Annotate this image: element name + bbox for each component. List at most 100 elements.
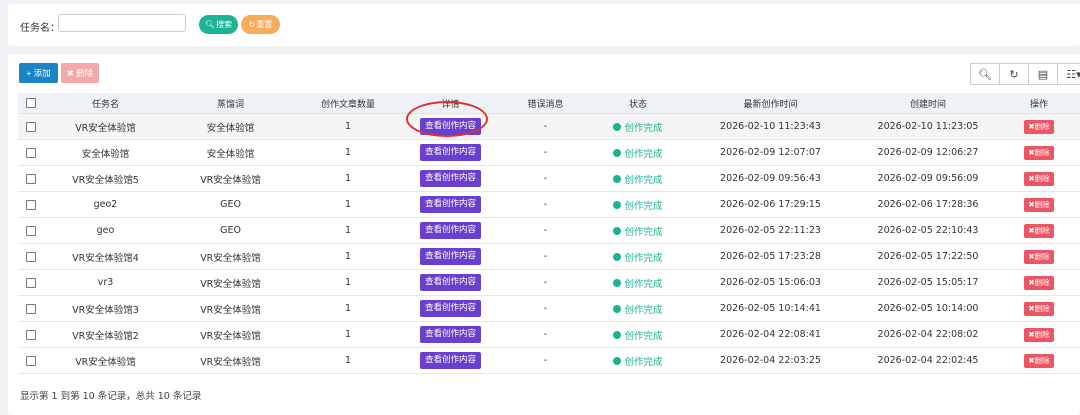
row-delete-button[interactable]: ✖删除 [1024, 301, 1054, 316]
header-error[interactable]: 错误消息 [498, 93, 593, 114]
cell-article-count: 1 [293, 321, 403, 348]
export-icon[interactable]: ☷▾ [1057, 63, 1080, 85]
status-dot-icon [613, 278, 622, 287]
table-row[interactable]: VR安全体验馆3 VR安全体验馆 1 查看创作内容 - 创作完成 2026-02-05 10… [18, 295, 1080, 322]
search-button[interactable]: 🔍︎搜索 [199, 15, 238, 34]
cell-latest-time: 2026-02-05 15:06:03 [683, 269, 858, 296]
table-row[interactable]: VR安全体验馆2 VR安全体验馆 1 查看创作内容 - 创作完成 2026-02-04 22… [18, 321, 1080, 348]
cell-detail: 查看创作内容 [403, 269, 498, 296]
table-row[interactable]: VR安全体验馆4 VR安全体验馆 1 查看创作内容 - 创作完成 2026-02-05 17… [18, 243, 1080, 270]
status-text: 创作完成 [624, 122, 663, 134]
row-checkbox[interactable] [18, 295, 43, 322]
checkbox-icon [25, 251, 36, 262]
view-content-button[interactable]: 查看创作内容 [420, 326, 481, 343]
header-status[interactable]: 状态 [593, 93, 683, 114]
cell-task-name: VR安全体验馆2 [43, 321, 168, 348]
status-text: 创作完成 [624, 226, 663, 238]
cell-keyword: GEO [168, 217, 293, 244]
status-text: 创作完成 [624, 304, 663, 316]
cell-article-count: 1 [293, 347, 403, 374]
cell-detail: 查看创作内容 [403, 165, 498, 192]
row-checkbox[interactable] [18, 243, 43, 270]
cell-keyword: 安全体验馆 [168, 113, 293, 140]
row-checkbox[interactable] [18, 113, 43, 140]
add-button[interactable]: + 添加 [19, 63, 58, 83]
refresh-icon[interactable]: ↻ [999, 63, 1029, 85]
status-text: 创作完成 [624, 278, 663, 290]
cell-error: - [498, 347, 593, 374]
cell-latest-time: 2026-02-10 11:23:43 [683, 113, 858, 140]
row-checkbox[interactable] [18, 165, 43, 192]
row-delete-label: 删除 [1034, 303, 1050, 313]
cell-article-count: 1 [293, 113, 403, 140]
row-delete-button[interactable]: ✖删除 [1024, 353, 1054, 368]
pagination-summary: 显示第 1 到第 10 条记录，总共 10 条记录 [20, 391, 202, 402]
row-checkbox[interactable] [18, 217, 43, 244]
table-row[interactable]: geo GEO 1 查看创作内容 - 创作完成 2026-02-05 22:11:23 202… [18, 217, 1080, 244]
table-row[interactable]: 安全体验馆 安全体验馆 1 查看创作内容 - 创作完成 2026-02-09 12:07:0… [18, 139, 1080, 166]
cell-keyword: GEO [168, 191, 293, 218]
row-delete-button[interactable]: ✖删除 [1024, 197, 1054, 212]
cell-task-name: VR安全体验馆 [43, 347, 168, 374]
header-created-time[interactable]: 创建时间 [858, 93, 998, 114]
cell-error: - [498, 113, 593, 140]
cell-error: - [498, 139, 593, 166]
view-content-button[interactable]: 查看创作内容 [420, 118, 481, 135]
cell-created-time: 2026-02-09 12:06:27 [858, 139, 998, 166]
row-checkbox[interactable] [18, 191, 43, 218]
row-delete-button[interactable]: ✖删除 [1024, 249, 1054, 264]
row-checkbox[interactable] [18, 269, 43, 296]
header-task-name[interactable]: 任务名 [43, 93, 168, 114]
view-content-button[interactable]: 查看创作内容 [420, 196, 481, 213]
cell-keyword: 安全体验馆 [168, 139, 293, 166]
row-checkbox[interactable] [18, 139, 43, 166]
reset-button-label: 重置 [256, 20, 273, 29]
row-delete-button[interactable]: ✖删除 [1024, 145, 1054, 160]
table-row[interactable]: geo2 GEO 1 查看创作内容 - 创作完成 2026-02-06 17:29:15 20… [18, 191, 1080, 218]
header-detail[interactable]: 详情 [403, 93, 498, 114]
search-icon[interactable]: 🔍︎ [970, 63, 1000, 85]
columns-icon[interactable]: ▤ [1028, 63, 1058, 85]
table-row[interactable]: VR安全体验馆 安全体验馆 1 查看创作内容 - 创作完成 2026-02-10 11:23… [18, 113, 1080, 140]
bulk-delete-button[interactable]: ✖ 删除 [61, 63, 99, 83]
table-row[interactable]: vr3 VR安全体验馆 1 查看创作内容 - 创作完成 2026-02-05 15:06:0… [18, 269, 1080, 296]
row-checkbox[interactable] [18, 321, 43, 348]
cell-detail: 查看创作内容 [403, 243, 498, 270]
checkbox-icon [25, 199, 36, 210]
row-delete-button[interactable]: ✖删除 [1024, 223, 1054, 238]
view-content-button[interactable]: 查看创作内容 [420, 170, 481, 187]
search-icon: 🔍︎ [204, 20, 216, 29]
plus-icon: + [26, 68, 32, 78]
cell-article-count: 1 [293, 217, 403, 244]
view-content-button[interactable]: 查看创作内容 [420, 300, 481, 317]
status-text: 创作完成 [624, 330, 663, 342]
table-row[interactable]: VR安全体验馆 VR安全体验馆 1 查看创作内容 - 创作完成 2026-02-04 22:… [18, 347, 1080, 374]
row-delete-label: 删除 [1034, 199, 1050, 209]
header-latest-time[interactable]: 最新创作时间 [683, 93, 858, 114]
cell-actions: ✖删除 [998, 347, 1080, 374]
view-content-button[interactable]: 查看创作内容 [420, 274, 481, 291]
select-all-checkbox[interactable] [18, 93, 43, 114]
view-content-button[interactable]: 查看创作内容 [420, 222, 481, 239]
task-name-input[interactable] [58, 14, 186, 32]
table-body: VR安全体验馆 安全体验馆 1 查看创作内容 - 创作完成 2026-02-10 11:23… [18, 113, 1080, 374]
cell-error: - [498, 243, 593, 270]
row-delete-button[interactable]: ✖删除 [1024, 327, 1054, 342]
view-content-button[interactable]: 查看创作内容 [420, 352, 481, 369]
view-content-button[interactable]: 查看创作内容 [420, 248, 481, 265]
header-article-count[interactable]: 创作文章数量 [293, 93, 403, 114]
table-tools: 🔍︎ ↻ ▤ ☷▾ [970, 63, 1080, 85]
view-content-button[interactable]: 查看创作内容 [420, 144, 481, 161]
table-row[interactable]: VR安全体验馆5 VR安全体验馆 1 查看创作内容 - 创作完成 2026-02-09 09… [18, 165, 1080, 192]
cell-actions: ✖删除 [998, 217, 1080, 244]
status-text: 创作完成 [624, 200, 663, 212]
reset-button[interactable]: ↻重置 [241, 15, 280, 34]
row-delete-button[interactable]: ✖删除 [1024, 119, 1054, 134]
status-text: 创作完成 [624, 174, 663, 186]
row-checkbox[interactable] [18, 347, 43, 374]
cell-task-name: geo2 [43, 191, 168, 218]
header-keyword[interactable]: 蒸馏词 [168, 93, 293, 114]
cell-created-time: 2026-02-04 22:08:02 [858, 321, 998, 348]
row-delete-button[interactable]: ✖删除 [1024, 275, 1054, 290]
row-delete-button[interactable]: ✖删除 [1024, 171, 1054, 186]
